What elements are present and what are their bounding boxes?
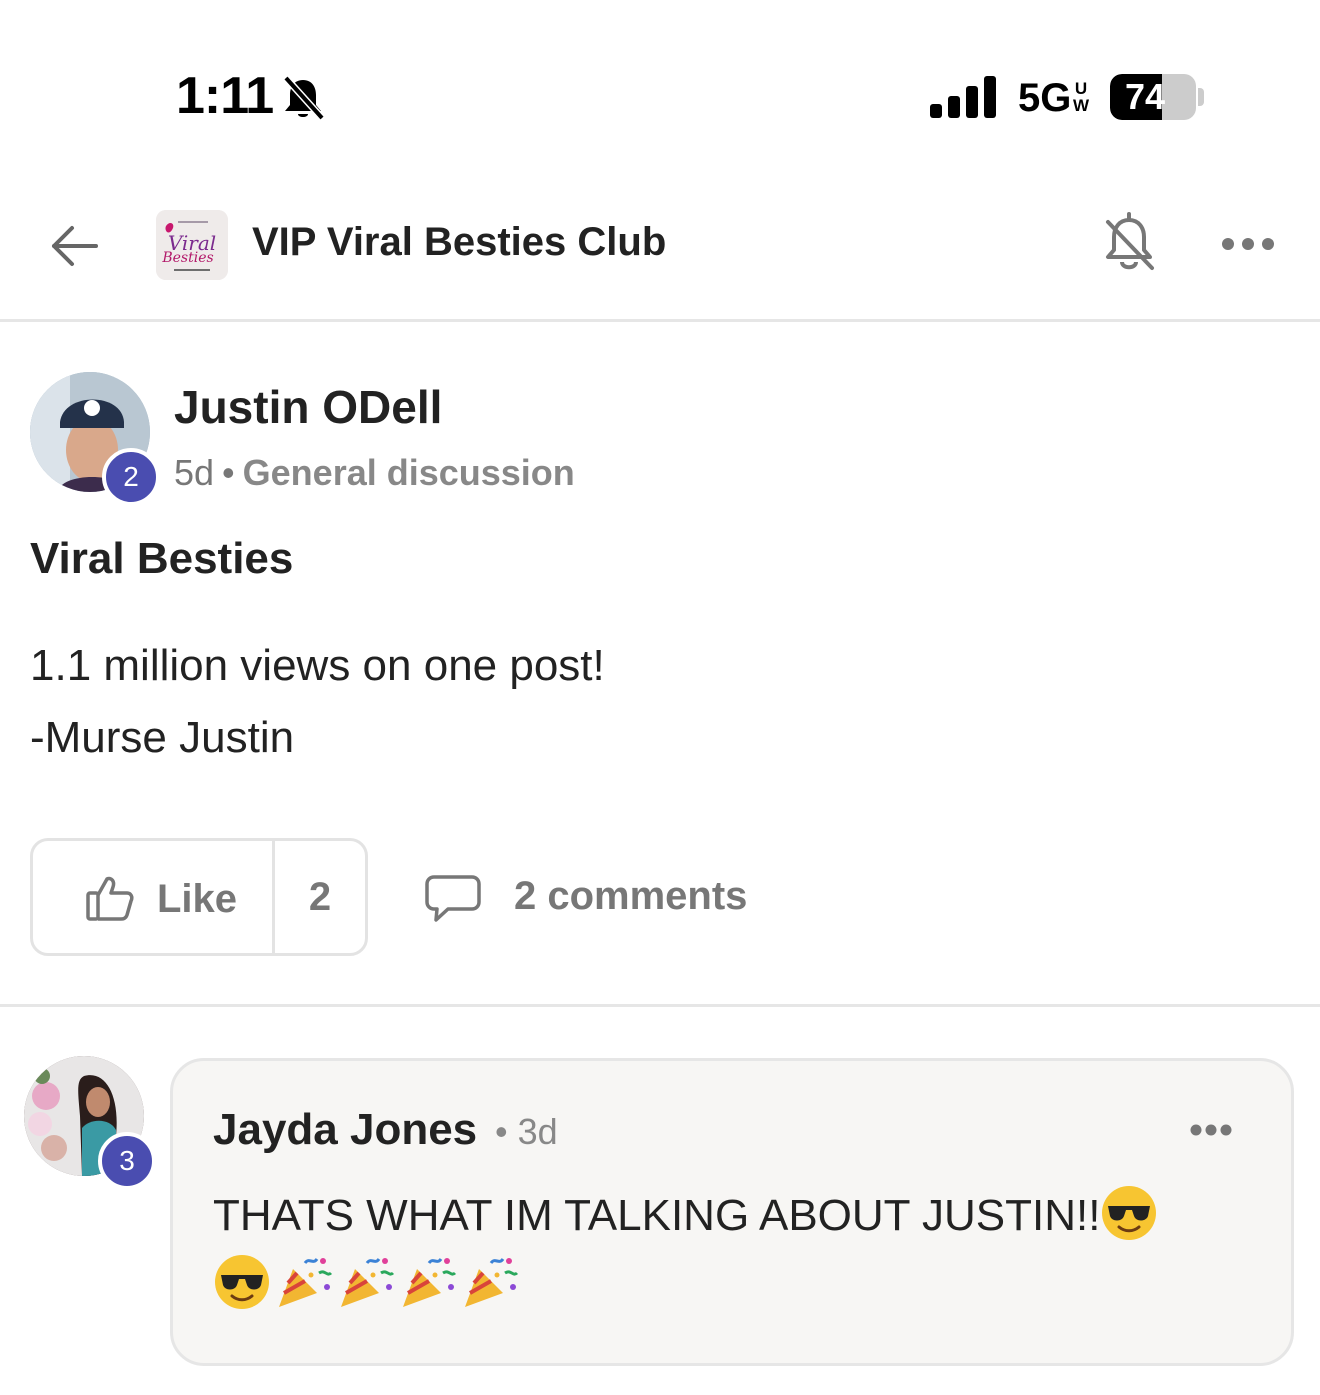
post-author-name[interactable]: Justin ODell <box>174 380 442 434</box>
meta-separator: • <box>222 452 235 493</box>
signal-strength-icon <box>930 76 996 118</box>
comment-age-value: 3d <box>517 1111 558 1152</box>
battery-tip <box>1198 88 1204 106</box>
sunglasses-face-icon <box>1102 1186 1157 1240</box>
back-arrow-icon[interactable] <box>46 218 102 274</box>
group-logo-image: Viral Besties <box>156 210 228 280</box>
comment-text: THATS WHAT IM TALKING ABOUT JUSTIN!! <box>213 1181 1263 1251</box>
status-bar: 1:11 5G UW 74 <box>0 0 1320 190</box>
network-type: 5G <box>1018 76 1072 120</box>
comment-more-options-icon[interactable] <box>1189 1123 1233 1137</box>
post-title: Viral Besties <box>30 534 294 583</box>
post-category[interactable]: General discussion <box>243 452 575 493</box>
notifications-off-icon[interactable] <box>1100 212 1158 274</box>
more-options-icon[interactable] <box>1220 236 1276 252</box>
network-subtype: UW <box>1072 79 1090 115</box>
group-title: VIP Viral Besties Club <box>252 220 667 264</box>
like-control: Like 2 <box>30 838 368 956</box>
comment-bubble: Jayda Jones • 3d THATS WHAT IM TALKING A… <box>170 1058 1294 1366</box>
party-popper-icon <box>465 1258 519 1307</box>
comment-age: • 3d <box>495 1111 558 1153</box>
post-body-line: -Murse Justin <box>30 713 295 762</box>
post-author-rank-badge: 2 <box>102 448 160 506</box>
sunglasses-face-icon <box>215 1255 269 1309</box>
group-header: Viral Besties VIP Viral Besties Club <box>0 190 1320 322</box>
post-meta: 5d • General discussion <box>174 452 575 494</box>
like-count[interactable]: 2 <box>275 841 365 953</box>
section-divider <box>0 1004 1320 1007</box>
post-body-line: 1.1 million views on one post! <box>30 641 605 690</box>
party-popper-icon <box>279 1258 333 1307</box>
group-logo[interactable]: Viral Besties <box>156 210 228 280</box>
bell-muted-icon <box>283 75 325 121</box>
party-popper-icon <box>403 1258 457 1307</box>
comment-text-value: THATS WHAT IM TALKING ABOUT JUSTIN!! <box>213 1191 1101 1240</box>
status-time: 1:11 <box>176 67 274 125</box>
post-age: 5d <box>174 452 215 493</box>
comments-count-label: 2 comments <box>514 874 748 918</box>
battery-icon: 74 <box>1110 74 1196 120</box>
like-button[interactable]: Like <box>33 841 275 953</box>
thumbs-up-icon <box>86 876 134 921</box>
post-body: 1.1 million views on one post! -Murse Ju… <box>30 630 605 774</box>
comment-bubble-icon <box>425 875 481 922</box>
svg-text:Besties: Besties <box>161 250 213 266</box>
party-popper-icon <box>341 1258 395 1307</box>
battery-percent: 74 <box>1124 76 1166 117</box>
comment-author-name[interactable]: Jayda Jones <box>213 1105 477 1155</box>
like-label: Like <box>157 877 238 921</box>
comment-author-rank-badge: 3 <box>98 1132 156 1190</box>
meta-separator: • <box>495 1111 518 1152</box>
